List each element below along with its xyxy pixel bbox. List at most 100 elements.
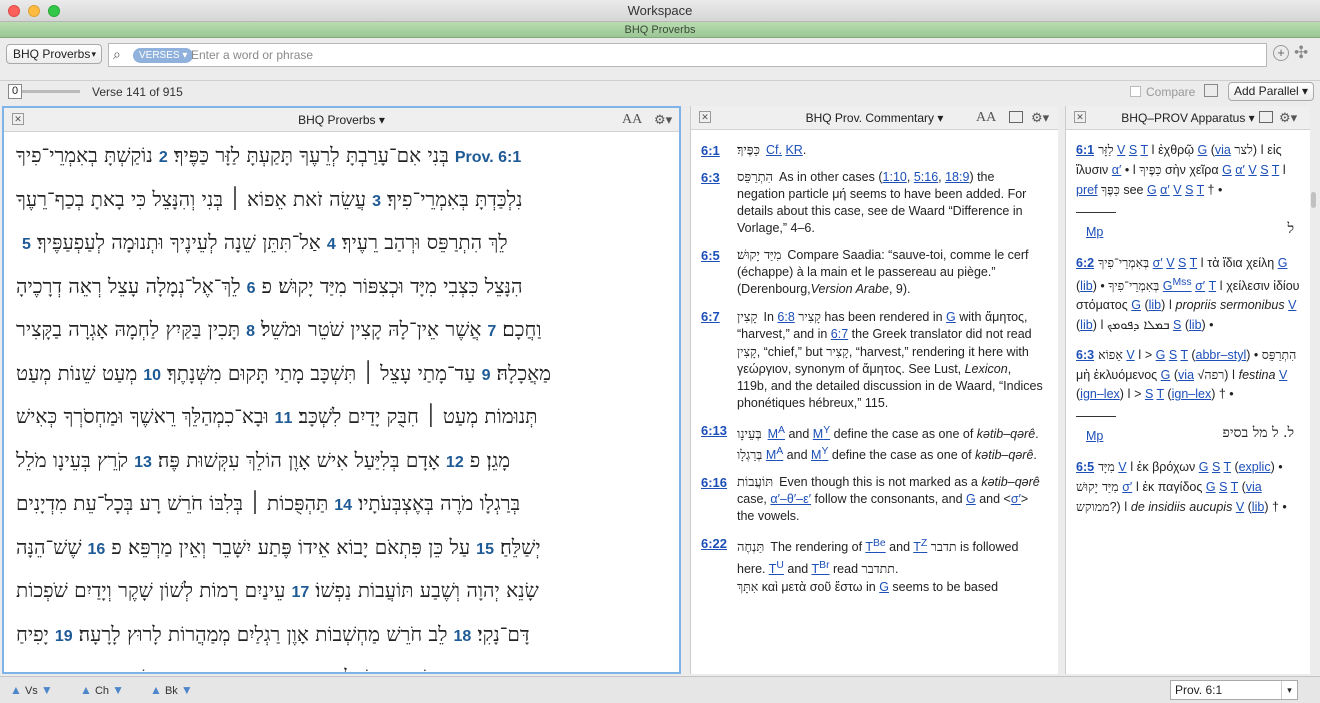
text-line[interactable]: יְשַׁלֵּחַ׃ 15 עַל כֵּן פִּתְאֹם יָבוֹא אֵ…: [4, 526, 679, 570]
text-line[interactable]: כְּזָבִים עֵד שָׁקֶר וּמְשַׁלֵּחַ מְדָנִ…: [4, 656, 679, 672]
verse-number[interactable]: 19: [55, 628, 73, 645]
hebrew-text[interactable]: עֵינַיִם רָמוֹת לְשׁוֹן שָׁקֶר וְיָדַיִם…: [16, 578, 285, 602]
commentary-reference-link[interactable]: 6:13: [701, 422, 727, 439]
verse-number[interactable]: 10: [143, 367, 161, 384]
hebrew-text[interactable]: וַחֲכָם׃: [502, 317, 541, 341]
parallel-icon[interactable]: [1204, 84, 1218, 97]
apparatus-reference-link[interactable]: 6:1: [1076, 143, 1094, 157]
commentary-reference-link[interactable]: 6:16: [701, 474, 727, 491]
apparatus-scrollbar[interactable]: [1311, 192, 1316, 208]
verse-number[interactable]: 2: [159, 149, 168, 166]
apparatus-pane-title[interactable]: BHQ–PROV Apparatus ▾: [1121, 111, 1254, 125]
workspace-tab-title[interactable]: BHQ Proverbs: [625, 24, 696, 36]
next-chapter-icon[interactable]: ▼: [112, 683, 124, 697]
commentary-reference-link[interactable]: 6:1: [701, 142, 720, 159]
hebrew-text[interactable]: מְעַט שֵׁנוֹת מְעַט: [16, 361, 137, 385]
close-window-button[interactable]: [8, 5, 20, 17]
apparatus-reference-link[interactable]: 6:5: [1076, 460, 1094, 474]
hebrew-text[interactable]: יָפִיחַ: [16, 622, 49, 646]
hebrew-text[interactable]: וּבָא־כִמְהַלֵּךְ רֵאשֶׁךָ וּמַחְסֹרְךָ …: [16, 404, 269, 428]
text-pane-title[interactable]: BHQ Proverbs ▾: [298, 113, 385, 127]
verse-slider[interactable]: [22, 90, 80, 93]
gear-icon[interactable]: ⚙▾: [1031, 106, 1049, 130]
reference-field[interactable]: Prov. 6:1 ▾: [1170, 680, 1298, 700]
minimize-window-button[interactable]: [28, 5, 40, 17]
hebrew-text[interactable]: אֲשֶׁר אֵין־לָהּ קָצִין שֹׁטֵר וּמֹשֵׁל׃: [261, 317, 481, 341]
verse-number[interactable]: 18: [454, 628, 472, 645]
prev-book-icon[interactable]: ▲: [150, 683, 162, 697]
hebrew-text[interactable]: עַל כֵּן פִּתְאֹם יָבוֹא אֵידוֹ פֶּתַע י…: [111, 535, 470, 559]
text-line[interactable]: Prov. 6:1 בְּנִי אִם־עָרַבְתָּ לְרֵעֶךָ ת…: [4, 134, 679, 178]
zoom-window-button[interactable]: [48, 5, 60, 17]
commentary-body[interactable]: 6:1 כַּפֶּיךָ׃ Cf. KR. 6:3 הִתְרַפֵּס As in o…: [691, 132, 1058, 674]
compare-checkbox[interactable]: Compare: [1130, 85, 1195, 99]
hebrew-text[interactable]: מַאֲכָלָהּ׃: [496, 361, 551, 385]
hebrew-text[interactable]: עֲשֵׂה זֹאת אֵפוֹא ׀ בְּנִי וְהִנָּצֵל כ…: [16, 187, 366, 211]
next-book-icon[interactable]: ▼: [181, 683, 193, 697]
commentary-reference-link[interactable]: 6:7: [701, 308, 720, 325]
hebrew-text[interactable]: שֶׁשׁ־הֵנָּה: [16, 535, 82, 559]
search-icon[interactable]: ⌕: [113, 46, 121, 63]
verse-number[interactable]: 6: [247, 280, 256, 297]
text-line[interactable]: תְּנוּמוֹת מְעַט ׀ חִבֻּק יָדַיִם לִשְׁכ…: [4, 395, 679, 439]
prev-verse-icon[interactable]: ▲: [10, 683, 22, 697]
puzzle-icon[interactable]: ✣: [1294, 43, 1308, 63]
apparatus-reference-link[interactable]: 6:2: [1076, 256, 1094, 270]
hebrew-text[interactable]: עַד־מָתַי עָצֵל ׀ תִּשְׁכָּב מָתַי תָּקו…: [167, 361, 476, 385]
prev-chapter-icon[interactable]: ▲: [80, 683, 92, 697]
font-size-icon[interactable]: AA: [976, 106, 996, 130]
hebrew-text[interactable]: בְּרַגְלָו מֹרֶה בְּאֶצְבְּעֹתָיו׃: [358, 491, 520, 515]
hebrew-text[interactable]: קֹרֵץ בְּעֵינָו מֹלֵל: [16, 448, 128, 472]
commentary-reference-link[interactable]: 6:5: [701, 247, 720, 264]
verse-reference[interactable]: Prov. 6:1: [455, 149, 521, 166]
hebrew-text[interactable]: לֵב חֹרֵשׁ מַחְשְׁבוֹת אָוֶן רַגְלַיִם מ…: [79, 622, 448, 646]
search-scope-token[interactable]: VERSES ▾: [133, 48, 194, 63]
gear-icon[interactable]: ⚙▾: [1279, 106, 1297, 130]
verse-number[interactable]: 8: [246, 323, 255, 340]
verse-number[interactable]: 15: [476, 541, 494, 558]
verse-number[interactable]: 17: [291, 584, 309, 601]
text-line[interactable]: מַאֲכָלָהּ׃ 9 עַד־מָתַי עָצֵל ׀ תִּשְׁכָּב…: [4, 352, 679, 396]
masora-link[interactable]: Mp: [1086, 225, 1103, 239]
dock-icon[interactable]: [1259, 111, 1273, 123]
verse-number[interactable]: 14: [334, 497, 352, 514]
hebrew-text[interactable]: דָּם־נָקִי׃: [477, 622, 529, 646]
font-size-icon[interactable]: AA: [622, 108, 642, 132]
text-body[interactable]: Prov. 6:1 בְּנִי אִם־עָרַבְתָּ לְרֵעֶךָ ת…: [4, 134, 679, 672]
text-line[interactable]: וַחֲכָם׃ 7 אֲשֶׁר אֵין־לָהּ קָצִין שֹׁטֵר …: [4, 308, 679, 352]
hebrew-text[interactable]: בְּנִי אִם־עָרַבְתָּ לְרֵעֶךָ תָּקַעְתָּ…: [174, 143, 449, 167]
hebrew-text[interactable]: שָׂנֵא יְהוָה וְשֶׁבַע תּוֹעֲבוֹת נַפְשׁ…: [315, 578, 539, 602]
resource-selector[interactable]: BHQ Proverbs ▾: [6, 44, 102, 64]
hebrew-text[interactable]: תָּכִין בַּקַּיִץ לַחְמָהּ אָגְרָה בַקָּ…: [16, 317, 240, 341]
hebrew-text[interactable]: אָדָם בְּלִיַּעַל אִישׁ אָוֶן הוֹלֵךְ עִ…: [158, 448, 440, 472]
gear-icon[interactable]: ⚙▾: [654, 108, 672, 132]
close-icon[interactable]: ✕: [1074, 111, 1086, 123]
text-line[interactable]: שָׂנֵא יְהוָה וְשֶׁבַע תּוֹעֲבוֹת נַפְשׁ…: [4, 569, 679, 613]
hebrew-text[interactable]: נִלְכַּדְתָּ בְּאִמְרֵי־פִיךָ׃: [387, 187, 523, 211]
verse-number[interactable]: 7: [487, 323, 496, 340]
close-icon[interactable]: ✕: [12, 113, 24, 125]
hebrew-text[interactable]: הִנָּצֵל כִּצְבִי מִיָּד וּכְצִפּוֹר מִי…: [262, 274, 523, 298]
hebrew-text[interactable]: אַל־תִּתֵּן שֵׁנָה לְעֵינֶיךָ וּתְנוּמָה…: [37, 230, 321, 254]
hebrew-text[interactable]: תַּהְפֻּכוֹת ׀ בְּלִבּוֹ חֹרֵשׁ רָע בְּכ…: [16, 491, 328, 515]
verse-number[interactable]: 16: [88, 541, 106, 558]
hebrew-text[interactable]: יְשַׁלֵּחַ׃: [500, 535, 541, 559]
verse-number[interactable]: 12: [446, 454, 464, 471]
text-line[interactable]: לֵךְ הִתְרַפֵּס וּרְהַב רֵעֶיךָ׃ 4 אַל־תִּ…: [4, 221, 679, 265]
commentary-reference-link[interactable]: 6:3: [701, 169, 720, 186]
apparatus-reference-link[interactable]: 6:3: [1076, 348, 1094, 362]
hebrew-text[interactable]: נְצֹר בְּנִי מִצְוַת אָבִיךָ: [16, 665, 160, 672]
text-line[interactable]: מָגֵן׃ פ 12 אָדָם בְּלִיַּעַל אִישׁ אָוֶן …: [4, 439, 679, 483]
verse-number[interactable]: 3: [372, 193, 381, 210]
add-search-icon[interactable]: +: [1273, 45, 1289, 61]
hebrew-text[interactable]: כְּזָבִים עֵד שָׁקֶר וּמְשַׁלֵּחַ מְדָנִ…: [189, 665, 502, 672]
chevron-down-icon[interactable]: ▾: [1281, 681, 1297, 699]
verse-number[interactable]: 11: [275, 410, 293, 427]
verse-number[interactable]: 13: [134, 454, 152, 471]
text-line[interactable]: נִלְכַּדְתָּ בְּאִמְרֵי־פִיךָ׃ 3 עֲשֵׂה זֹ…: [4, 178, 679, 222]
commentary-pane-title[interactable]: BHQ Prov. Commentary ▾: [806, 111, 944, 125]
hebrew-text[interactable]: נוֹקַשְׁתָּ בְאִמְרֵי־פִיךָ: [16, 143, 153, 167]
next-verse-icon[interactable]: ▼: [41, 683, 53, 697]
hebrew-text[interactable]: לֵךְ־אֶל־נְמָלָה עָצֵל רְאֵה דְרָכֶיהָ: [16, 274, 241, 298]
hebrew-text[interactable]: מָגֵן׃ פ: [470, 448, 510, 472]
